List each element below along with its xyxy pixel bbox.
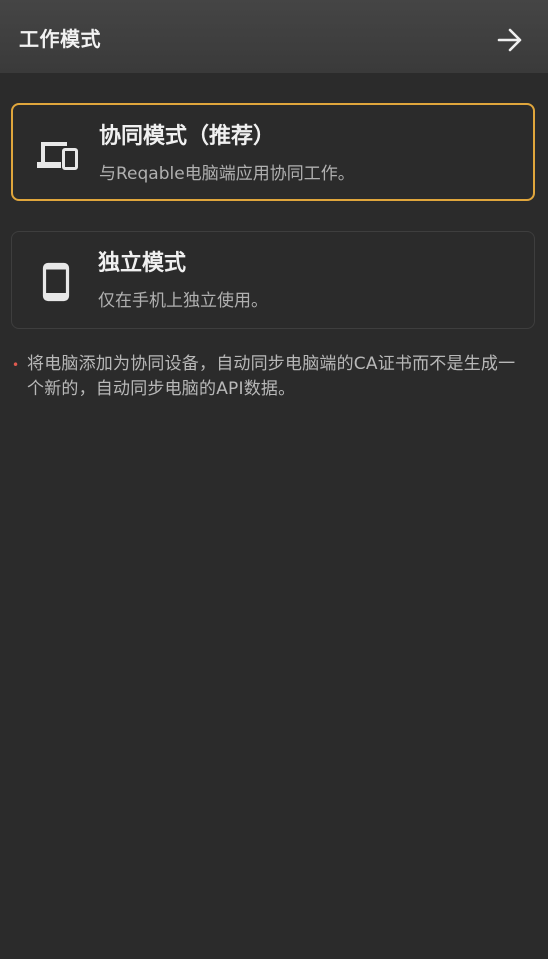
mode-title: 协同模式（推荐） [99, 124, 276, 149]
app-bar: 工作模式 [0, 0, 548, 73]
mode-card-standalone[interactable]: 独立模式 仅在手机上独立使用。 [11, 231, 535, 329]
mode-title: 独立模式 [98, 251, 187, 276]
mode-subtitle: 仅在手机上独立使用。 [98, 291, 268, 311]
mode-card-collaborative[interactable]: 协同模式（推荐） 与Reqable电脑端应用协同工作。 [11, 103, 535, 201]
mode-note: • 将电脑添加为协同设备，自动同步电脑端的CA证书而不是生成一个新的，自动同步电… [12, 352, 532, 402]
arrow-right-icon [497, 28, 522, 52]
devices-icon [35, 133, 79, 177]
note-text: 将电脑添加为协同设备，自动同步电脑端的CA证书而不是生成一个新的，自动同步电脑的… [27, 354, 516, 399]
mode-subtitle: 与Reqable电脑端应用协同工作。 [99, 164, 355, 184]
smartphone-icon [34, 260, 78, 304]
page-title: 工作模式 [19, 27, 101, 51]
next-button[interactable] [492, 22, 528, 58]
note-bullet: • [12, 358, 20, 372]
